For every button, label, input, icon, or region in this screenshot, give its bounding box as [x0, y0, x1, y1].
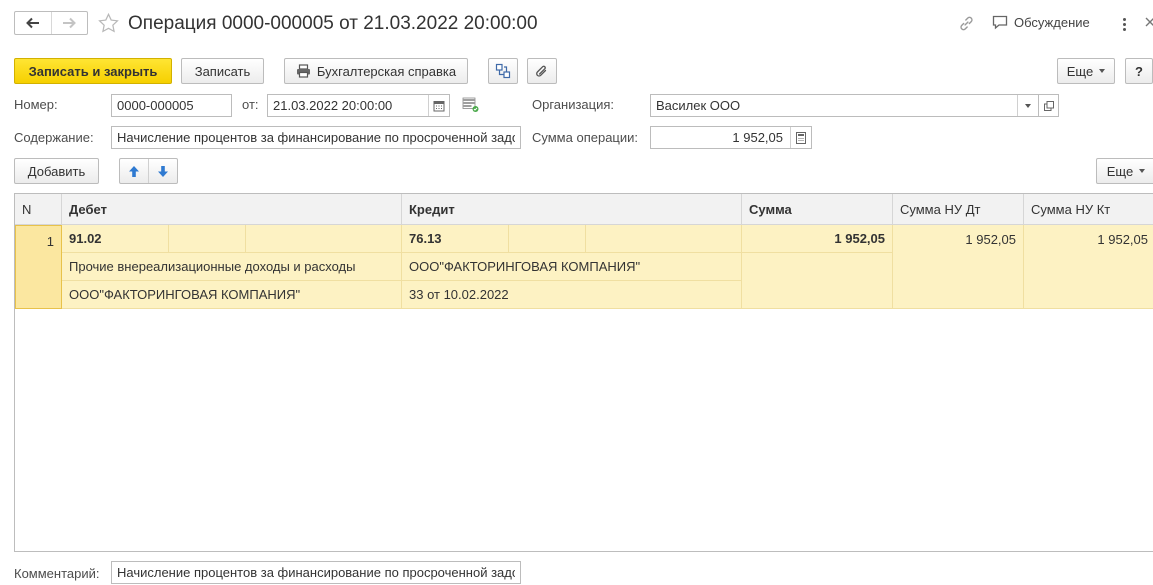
- date-label: от:: [242, 97, 259, 112]
- credit-account-cell[interactable]: 76.13: [402, 225, 509, 253]
- content-field[interactable]: Начисление процентов за финансирование п…: [111, 126, 521, 149]
- column-header-credit[interactable]: Кредит: [402, 194, 742, 225]
- credit-subconto1-cell[interactable]: ООО"ФАКТОРИНГОВАЯ КОМПАНИЯ": [402, 253, 742, 281]
- move-buttons: [119, 158, 178, 184]
- numbering-settings-button[interactable]: [462, 97, 480, 116]
- toolbar-more-button[interactable]: Еще: [1057, 58, 1115, 84]
- debit-subconto-cell-empty[interactable]: [246, 225, 402, 253]
- arrow-up-icon: [129, 165, 139, 177]
- operation-amount-label: Сумма операции:: [532, 130, 638, 145]
- credit-subconto-cell-empty[interactable]: [586, 225, 742, 253]
- favorite-star-button[interactable]: [98, 12, 119, 36]
- chat-bubble-icon: [992, 15, 1008, 30]
- star-icon: [98, 12, 119, 33]
- number-field[interactable]: 0000-000005: [111, 94, 232, 117]
- kebab-dot-icon: [1122, 27, 1126, 31]
- kebab-dot-icon: [1122, 22, 1126, 26]
- content-label: Содержание:: [14, 130, 94, 145]
- credit-subconto-cell-empty[interactable]: [509, 225, 586, 253]
- save-and-close-label: Записать и закрыть: [28, 63, 158, 79]
- printer-icon: [296, 64, 310, 78]
- calculator-button[interactable]: [790, 127, 811, 148]
- discussion-label: Обсуждение: [1014, 15, 1090, 30]
- document-structure-icon: [495, 63, 511, 79]
- calendar-icon: [433, 100, 445, 111]
- debit-subconto-cell-empty[interactable]: [169, 225, 246, 253]
- link-icon: [960, 16, 973, 31]
- help-label: ?: [1135, 63, 1143, 79]
- page-title: Операция 0000-000005 от 21.03.2022 20:00…: [128, 13, 538, 34]
- arrow-right-icon: [63, 17, 77, 29]
- date-value: 21.03.2022 20:00:00: [273, 98, 393, 113]
- credit-subconto2-cell[interactable]: 33 от 10.02.2022: [402, 281, 742, 309]
- entries-table: N Дебет Кредит Сумма Сумма НУ Дт Сумма Н…: [14, 193, 1153, 552]
- arrow-down-icon: [158, 165, 168, 177]
- organization-dropdown-button[interactable]: [1017, 95, 1038, 116]
- add-row-label: Добавить: [27, 163, 86, 179]
- discussion-button[interactable]: Обсуждение: [992, 15, 1090, 30]
- organization-value: Василек ООО: [656, 98, 741, 113]
- accounting-report-button[interactable]: Бухгалтерская справка: [284, 58, 468, 84]
- sum-nu-dt-cell[interactable]: 1 952,05: [893, 225, 1024, 309]
- attachments-button[interactable]: [527, 58, 557, 84]
- back-button[interactable]: [15, 12, 51, 34]
- organization-field[interactable]: Василек ООО: [650, 94, 1039, 117]
- open-window-icon: [1043, 100, 1054, 111]
- save-and-close-button[interactable]: Записать и закрыть: [14, 58, 172, 84]
- arrow-left-icon: [25, 17, 39, 29]
- move-up-button[interactable]: [120, 159, 148, 183]
- column-header-sum-nu-kt[interactable]: Сумма НУ Кт: [1024, 194, 1153, 225]
- column-header-debit[interactable]: Дебет: [62, 194, 402, 225]
- operation-amount-field[interactable]: 1 952,05: [650, 126, 812, 149]
- list-settings-icon: [462, 97, 479, 112]
- structure-button[interactable]: [488, 58, 518, 84]
- add-row-button[interactable]: Добавить: [14, 158, 99, 184]
- close-button[interactable]: [1145, 16, 1153, 31]
- accounting-report-label: Бухгалтерская справка: [316, 63, 457, 79]
- sum-extra-cell[interactable]: [742, 253, 893, 309]
- date-field[interactable]: 21.03.2022 20:00:00: [267, 94, 450, 117]
- number-value: 0000-000005: [117, 98, 194, 113]
- organization-label: Организация:: [532, 97, 615, 112]
- paperclip-icon: [536, 65, 547, 77]
- save-label: Записать: [194, 63, 251, 79]
- chevron-down-icon: [1139, 169, 1146, 173]
- number-label: Номер:: [14, 97, 58, 112]
- chevron-down-icon: [1099, 69, 1106, 73]
- chevron-down-icon: [1025, 103, 1031, 108]
- debit-account-cell[interactable]: 91.02: [62, 225, 169, 253]
- content-value: Начисление процентов за финансирование п…: [117, 130, 515, 145]
- comment-field[interactable]: Начисление процентов за финансирование п…: [111, 561, 521, 584]
- sum-cell[interactable]: 1 952,05: [742, 225, 893, 253]
- column-header-sum-nu-dt[interactable]: Сумма НУ Дт: [893, 194, 1024, 225]
- operation-amount-value: 1 952,05: [732, 130, 783, 145]
- forward-button[interactable]: [50, 12, 88, 34]
- close-icon: [1145, 17, 1153, 27]
- link-button[interactable]: [958, 15, 975, 35]
- table-more-label: Еще: [1106, 163, 1134, 179]
- save-button[interactable]: Записать: [181, 58, 264, 84]
- sum-nu-kt-cell[interactable]: 1 952,05: [1024, 225, 1153, 309]
- more-menu-button[interactable]: [1118, 15, 1130, 33]
- help-button[interactable]: ?: [1125, 58, 1153, 84]
- calculator-icon: [796, 131, 806, 144]
- move-down-button[interactable]: [148, 159, 177, 183]
- organization-open-button[interactable]: [1038, 94, 1059, 117]
- column-header-sum[interactable]: Сумма: [742, 194, 893, 225]
- table-more-button[interactable]: Еще: [1096, 158, 1153, 184]
- debit-subconto1-cell[interactable]: Прочие внереализационные доходы и расход…: [62, 253, 402, 281]
- row-number-cell[interactable]: 1: [15, 225, 62, 309]
- calendar-button[interactable]: [428, 95, 449, 116]
- debit-subconto2-cell[interactable]: ООО"ФАКТОРИНГОВАЯ КОМПАНИЯ": [62, 281, 402, 309]
- kebab-dot-icon: [1122, 17, 1126, 21]
- comment-label: Комментарий:: [14, 566, 100, 581]
- toolbar-more-label: Еще: [1066, 63, 1094, 79]
- column-header-n[interactable]: N: [15, 194, 62, 225]
- nav-buttons: [14, 11, 88, 35]
- comment-value: Начисление процентов за финансирование п…: [117, 565, 515, 580]
